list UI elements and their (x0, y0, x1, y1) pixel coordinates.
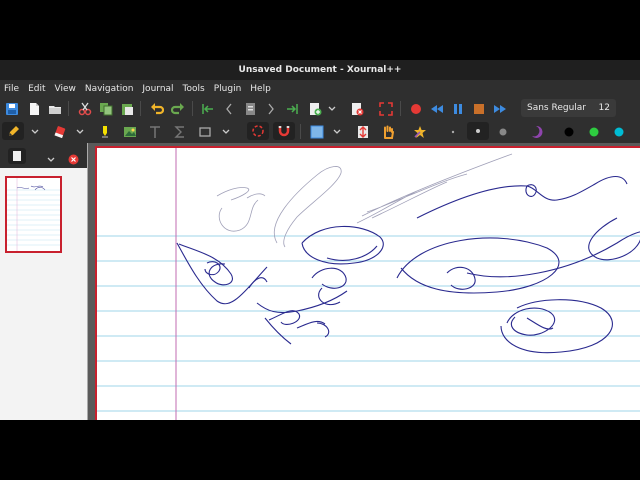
magnet-icon[interactable] (273, 122, 295, 140)
sidebar-header (0, 143, 87, 168)
fine-dot[interactable] (445, 124, 461, 140)
main-toolbar: Sans Regular 12 (0, 97, 640, 120)
redo-icon[interactable] (170, 101, 186, 117)
eraser-icon[interactable] (52, 124, 68, 140)
drawing-page[interactable] (95, 146, 640, 420)
first-page-icon[interactable] (200, 101, 216, 117)
highlighter-icon[interactable] (97, 124, 113, 140)
separator (400, 101, 401, 116)
black-color[interactable] (561, 124, 577, 140)
math-icon[interactable] (172, 124, 188, 140)
undo-icon[interactable] (149, 101, 165, 117)
font-size: 12 (598, 103, 610, 113)
menu-journal[interactable]: Journal (142, 84, 173, 94)
title-bar: Unsaved Document - Xournal++ (0, 60, 640, 80)
pause-icon[interactable] (450, 101, 466, 117)
chevron-down-icon[interactable] (331, 124, 343, 140)
menu-navigation[interactable]: Navigation (85, 84, 134, 94)
chevron-down-icon[interactable] (46, 150, 56, 169)
menu-edit[interactable]: Edit (28, 84, 45, 94)
next-page-icon[interactable] (263, 101, 279, 117)
font-selector[interactable]: Sans Regular 12 (521, 99, 616, 117)
page-preview-icon[interactable] (8, 148, 26, 164)
hand-icon[interactable] (380, 124, 396, 140)
new-doc-icon[interactable] (26, 101, 42, 117)
image-icon[interactable] (122, 124, 138, 140)
insert-page-icon[interactable] (307, 101, 323, 117)
open-icon[interactable] (47, 101, 63, 117)
green-color[interactable] (586, 124, 602, 140)
menu-bar: File Edit View Navigation Journal Tools … (0, 80, 640, 97)
page-preview-sidebar (0, 143, 88, 420)
cut-icon[interactable] (77, 101, 93, 117)
menu-file[interactable]: File (4, 84, 19, 94)
menu-view[interactable]: View (55, 84, 76, 94)
medium-dot[interactable] (467, 122, 489, 140)
chevron-down-icon[interactable] (220, 124, 232, 140)
stop-icon[interactable] (471, 101, 487, 117)
xournal-window: Unsaved Document - Xournal++ File Edit V… (0, 60, 640, 420)
thick-dot[interactable] (495, 124, 511, 140)
page-thumbnail[interactable] (5, 176, 62, 253)
chevron-down-icon[interactable] (29, 124, 41, 140)
chevron-down-icon[interactable] (326, 101, 338, 117)
separator (140, 101, 141, 116)
lasso-select-icon[interactable] (247, 122, 269, 140)
window-title: Unsaved Document - Xournal++ (238, 65, 402, 75)
prev-page-icon[interactable] (221, 101, 237, 117)
record-icon[interactable] (408, 101, 424, 117)
copy-icon[interactable] (98, 101, 114, 117)
save-icon[interactable] (4, 101, 20, 117)
text-icon[interactable] (147, 124, 163, 140)
rewind-icon[interactable] (429, 101, 445, 117)
rectangle-icon[interactable] (197, 124, 213, 140)
last-page-icon[interactable] (284, 101, 300, 117)
pen-icon[interactable] (2, 122, 24, 140)
delete-page-icon[interactable] (349, 101, 365, 117)
menu-help[interactable]: Help (250, 84, 271, 94)
chevron-down-icon[interactable] (74, 124, 86, 140)
purple-color[interactable] (528, 124, 544, 140)
font-name: Sans Regular (527, 103, 587, 113)
vertical-space-icon[interactable] (355, 124, 371, 140)
cyan-color[interactable] (611, 124, 627, 140)
separator (300, 124, 301, 139)
default-tool-icon[interactable] (412, 124, 428, 140)
tools-toolbar (0, 120, 640, 143)
menu-tools[interactable]: Tools (183, 84, 205, 94)
separator (192, 101, 193, 116)
menu-plugin[interactable]: Plugin (214, 84, 242, 94)
fast-forward-icon[interactable] (492, 101, 508, 117)
close-icon[interactable] (68, 150, 79, 169)
region-select-icon[interactable] (309, 124, 325, 140)
separator (68, 101, 69, 116)
paste-icon[interactable] (119, 101, 135, 117)
canvas-area[interactable] (88, 143, 640, 420)
goto-page-icon[interactable] (242, 101, 258, 117)
fullscreen-icon[interactable] (378, 101, 394, 117)
